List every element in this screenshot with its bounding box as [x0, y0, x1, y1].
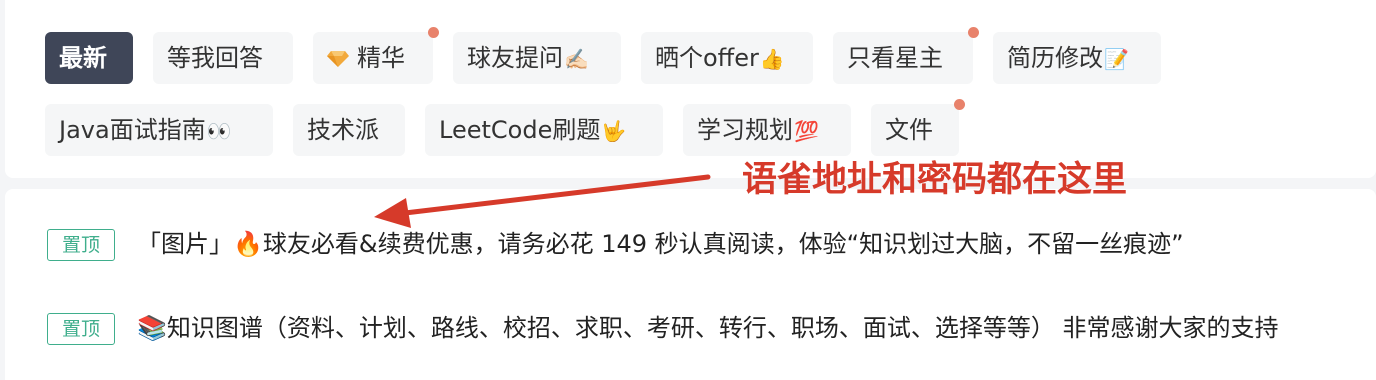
- pinned-badge: 置顶: [47, 229, 115, 261]
- notification-dot: [968, 27, 979, 38]
- filter-chip-label: 等我回答: [167, 44, 263, 72]
- filter-chip-label: 简历修改: [1007, 44, 1103, 72]
- filter-chip-resume[interactable]: 简历修改📝: [993, 32, 1161, 84]
- filter-chip-tech[interactable]: 技术派: [293, 104, 405, 156]
- notification-dot: [954, 99, 965, 110]
- filter-chip-label: 学习规划: [697, 116, 793, 144]
- filter-chip-latest[interactable]: 最新: [45, 32, 133, 84]
- filter-chip-label: Java面试指南: [59, 116, 206, 144]
- pinned-badge: 置顶: [47, 313, 115, 345]
- writing-hand-icon: ✍🏻: [564, 47, 589, 71]
- filter-chip-label: 精华: [357, 44, 405, 72]
- post-title[interactable]: 「图片」🔥球友必看&续费优惠，请务必花 149 秒认真阅读，体验“知识划过大脑，…: [137, 227, 1362, 261]
- filter-chip-files[interactable]: 文件: [871, 99, 965, 156]
- thumbs-up-icon: 👍: [759, 47, 785, 71]
- diamond-icon: [327, 51, 349, 67]
- filter-chip-label: LeetCode刷题: [439, 116, 601, 144]
- filter-chip-offer[interactable]: 晒个offer👍: [641, 32, 813, 84]
- filter-chip-wait-answer[interactable]: 等我回答: [153, 32, 293, 84]
- filter-chip-label: 技术派: [307, 116, 379, 144]
- filter-chip-questions[interactable]: 球友提问✍🏻: [453, 32, 621, 84]
- filter-chip-featured[interactable]: 精华: [313, 27, 439, 84]
- memo-icon: 📝: [1104, 47, 1129, 71]
- pinned-post-list: 置顶 「图片」🔥球友必看&续费优惠，请务必花 149 秒认真阅读，体验“知识划过…: [5, 189, 1376, 380]
- filter-chip-label: 只看星主: [847, 44, 943, 72]
- eyes-icon: 👀: [206, 119, 232, 143]
- rock-hand-icon: 🤟: [601, 119, 627, 143]
- filter-panel: 最新 等我回答 精华 球友提问✍🏻 晒个offer👍 只看星主 简历修改📝 Ja…: [5, 0, 1376, 178]
- filter-chip-label: 晒个offer: [655, 44, 759, 72]
- filter-chip-leetcode[interactable]: LeetCode刷题🤟: [425, 104, 663, 156]
- filter-chip-study-plan[interactable]: 学习规划💯: [683, 104, 851, 156]
- filter-chip-label: 最新: [59, 44, 107, 72]
- filter-chip-owner-only[interactable]: 只看星主: [833, 27, 979, 84]
- filter-chip-label: 球友提问: [467, 44, 563, 72]
- hundred-points-icon: 💯: [794, 119, 819, 143]
- filter-chip-java-guide[interactable]: Java面试指南👀: [45, 104, 273, 156]
- post-title[interactable]: 📚知识图谱（资料、计划、路线、校招、求职、考研、转行、职场、面试、选择等等） 非…: [137, 311, 1362, 345]
- filter-chip-label: 文件: [885, 116, 933, 144]
- notification-dot: [428, 27, 439, 38]
- annotation-text: 语雀地址和密码都在这里: [742, 160, 1128, 200]
